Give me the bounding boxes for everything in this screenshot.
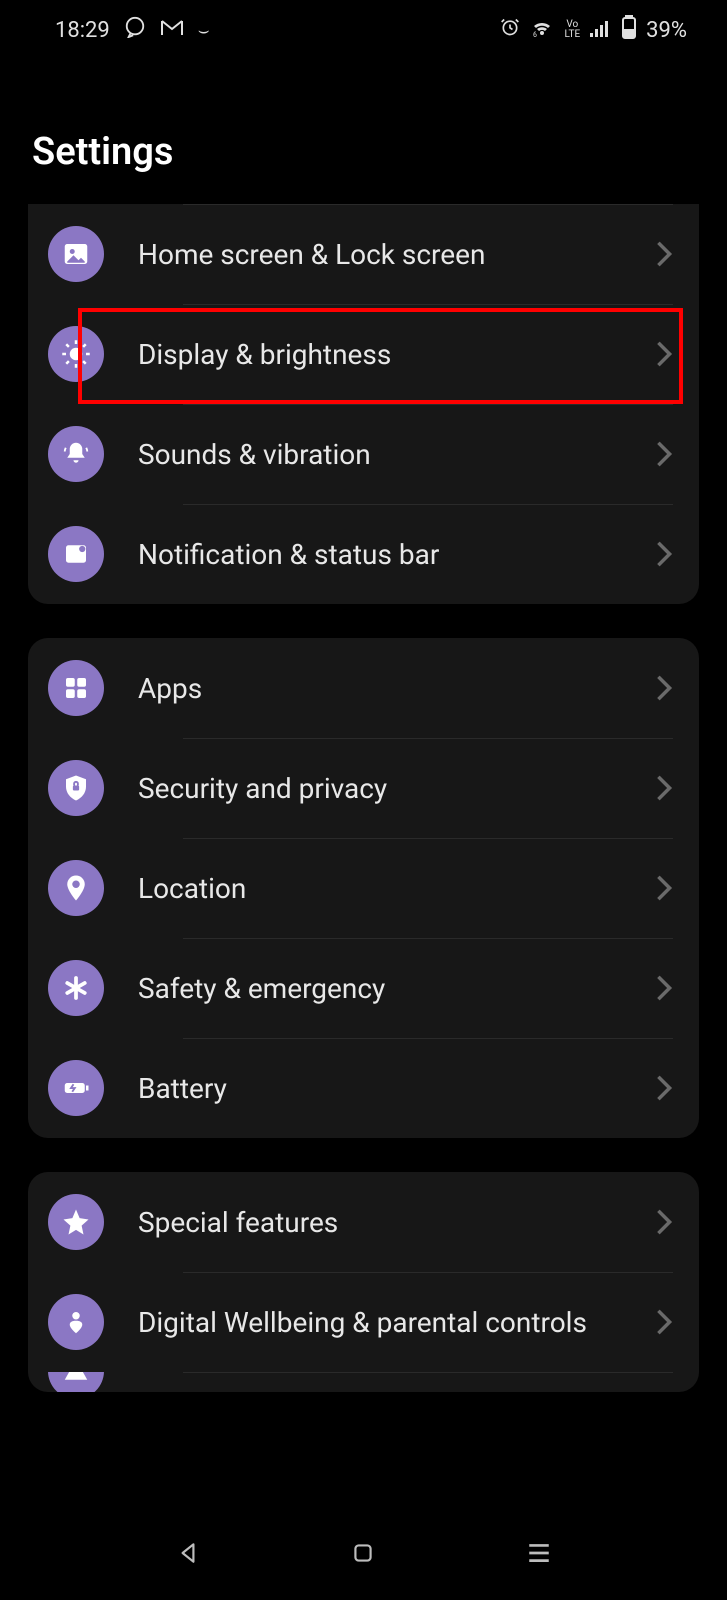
brightness-icon [48, 326, 104, 382]
row-label: Sounds & vibration [138, 437, 655, 472]
settings-row-home-lock[interactable]: Home screen & Lock screen [28, 204, 699, 304]
row-label: Home screen & Lock screen [138, 237, 655, 272]
chevron-right-icon [655, 874, 673, 902]
settings-group: Apps Security and privacy Location Safet… [28, 638, 699, 1138]
row-label: Apps [138, 671, 655, 706]
settings-row-sounds-vibration[interactable]: Sounds & vibration [28, 404, 699, 504]
chevron-right-icon [655, 340, 673, 368]
more-icon: ⌣ [198, 20, 210, 41]
chevron-right-icon [655, 240, 673, 268]
chevron-right-icon [655, 1208, 673, 1236]
star-icon [48, 1194, 104, 1250]
row-label: Safety & emergency [138, 971, 655, 1006]
row-label: Digital Wellbeing & parental controls [138, 1305, 655, 1340]
heart-person-icon [48, 1294, 104, 1350]
chevron-right-icon [655, 674, 673, 702]
settings-row-safety-emergency[interactable]: Safety & emergency [28, 938, 699, 1038]
alarm-icon [500, 17, 520, 43]
whatsapp-icon [124, 16, 146, 44]
notification-icon [48, 526, 104, 582]
partial-icon [48, 1372, 104, 1392]
home-button[interactable] [343, 1533, 383, 1573]
battery-percent: 39% [646, 18, 687, 43]
row-label: Location [138, 871, 655, 906]
asterisk-icon [48, 960, 104, 1016]
chevron-right-icon [655, 1074, 673, 1102]
navigation-bar [0, 1505, 727, 1600]
row-label: Special features [138, 1205, 655, 1240]
back-button[interactable] [168, 1533, 208, 1573]
chevron-right-icon [655, 774, 673, 802]
volte-icon: Vo LTE [564, 20, 580, 40]
battery-icon [48, 1060, 104, 1116]
settings-row-notification-status[interactable]: Notification & status bar [28, 504, 699, 604]
picture-icon [48, 226, 104, 282]
settings-row-digital-wellbeing[interactable]: Digital Wellbeing & parental controls [28, 1272, 699, 1372]
settings-group: Special features Digital Wellbeing & par… [28, 1172, 699, 1392]
recent-button[interactable] [519, 1533, 559, 1573]
battery-icon [622, 15, 636, 45]
settings-group: Home screen & Lock screen Display & brig… [28, 204, 699, 604]
location-icon [48, 860, 104, 916]
settings-list[interactable]: Home screen & Lock screen Display & brig… [0, 204, 727, 1464]
status-bar: 18:29 ⌣ 6 Vo LTE 39% [0, 0, 727, 60]
status-right: 6 Vo LTE 39% [500, 15, 687, 45]
settings-row-display-brightness[interactable]: Display & brightness [28, 304, 699, 404]
apps-icon [48, 660, 104, 716]
wifi-icon: 6 [530, 17, 554, 43]
status-left: 18:29 ⌣ [55, 16, 210, 44]
settings-row-special-features[interactable]: Special features [28, 1172, 699, 1272]
row-label: Security and privacy [138, 771, 655, 806]
signal-icon [590, 18, 612, 43]
settings-row-partial[interactable] [28, 1372, 699, 1392]
chevron-right-icon [655, 540, 673, 568]
chevron-right-icon [655, 440, 673, 468]
bell-icon [48, 426, 104, 482]
chevron-right-icon [655, 974, 673, 1002]
page-title: Settings [0, 60, 727, 204]
settings-row-location[interactable]: Location [28, 838, 699, 938]
row-label: Display & brightness [138, 337, 655, 372]
settings-row-apps[interactable]: Apps [28, 638, 699, 738]
svg-text:6: 6 [533, 31, 537, 37]
settings-row-security-privacy[interactable]: Security and privacy [28, 738, 699, 838]
settings-row-battery[interactable]: Battery [28, 1038, 699, 1138]
row-label: Battery [138, 1071, 655, 1106]
chevron-right-icon [655, 1308, 673, 1336]
shield-icon [48, 760, 104, 816]
gmail-icon [160, 18, 184, 43]
status-time: 18:29 [55, 18, 110, 43]
row-label: Notification & status bar [138, 537, 655, 572]
